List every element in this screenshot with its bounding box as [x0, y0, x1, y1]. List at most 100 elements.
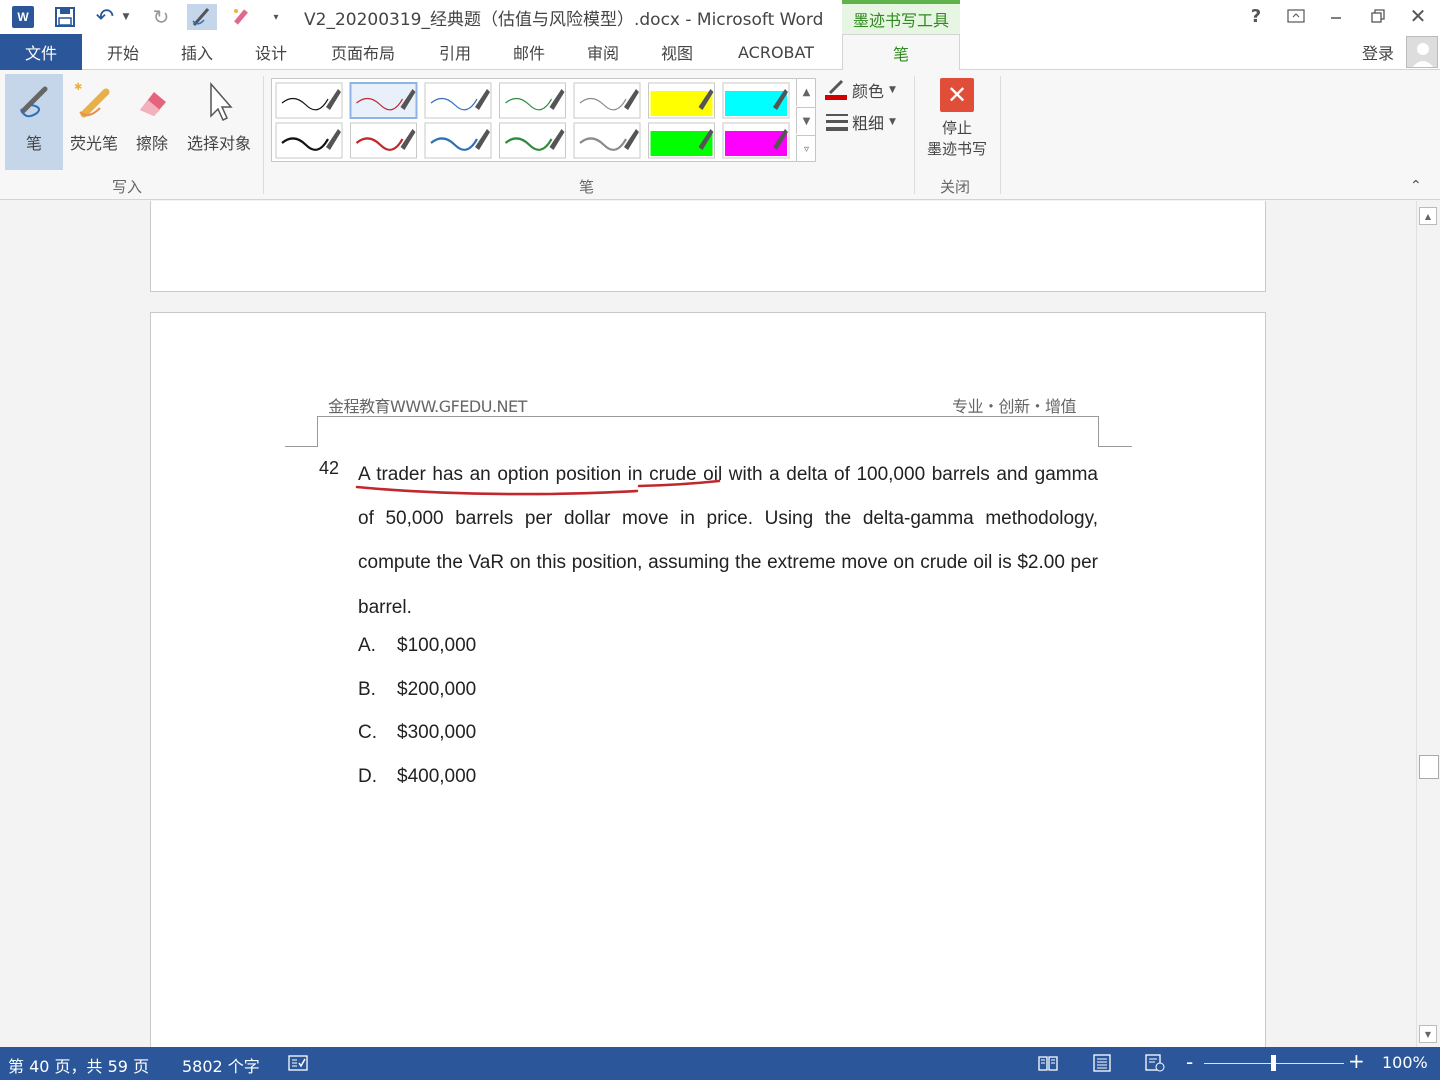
option-a: A. $100,000: [358, 635, 476, 657]
pen-swatch[interactable]: [275, 122, 343, 159]
option-b: B. $200,000: [358, 679, 476, 701]
tab-pen[interactable]: 笔: [842, 34, 960, 71]
tab-references[interactable]: 引用: [426, 34, 484, 70]
select-objects-button[interactable]: 选择对象: [180, 74, 258, 170]
highlighter-swatch[interactable]: [722, 122, 790, 159]
close-button[interactable]: ✕: [1398, 0, 1438, 32]
highlighter-tool-button[interactable]: ✱ 荧光笔: [66, 74, 122, 170]
zoom-slider-thumb[interactable]: [1271, 1055, 1276, 1071]
zoom-out-button[interactable]: -: [1186, 1050, 1193, 1074]
highlighter-swatch[interactable]: [648, 82, 715, 119]
pen-swatch[interactable]: [349, 82, 418, 119]
zoom-level[interactable]: 100%: [1382, 1053, 1428, 1072]
tab-mailings[interactable]: 邮件: [500, 34, 558, 70]
pen-thickness-dropdown[interactable]: 粗细 ▼: [824, 108, 896, 136]
print-layout-icon[interactable]: [1091, 1052, 1113, 1074]
svg-text:✱: ✱: [74, 82, 82, 93]
option-text: $100,000: [397, 635, 477, 656]
collapse-ribbon-icon[interactable]: ⌃: [1410, 178, 1422, 194]
tab-review[interactable]: 审阅: [574, 34, 632, 70]
gallery-more-icon[interactable]: ▿: [796, 135, 816, 162]
word-app-icon[interactable]: W: [10, 4, 36, 30]
scroll-thumb[interactable]: [1419, 755, 1439, 779]
tab-view[interactable]: 视图: [648, 34, 706, 70]
read-mode-icon[interactable]: [1037, 1052, 1059, 1074]
pen-tool-button[interactable]: 笔: [5, 74, 63, 170]
restore-button[interactable]: [1358, 0, 1398, 32]
highlighter-quick-access-icon[interactable]: [229, 4, 255, 30]
gallery-scroll-down-icon[interactable]: ▼: [796, 107, 816, 134]
redo-icon[interactable]: ↻: [148, 4, 174, 30]
pen-swatch[interactable]: [275, 82, 343, 119]
customize-quick-access-icon[interactable]: ▾: [268, 4, 284, 30]
pen-swatch[interactable]: [499, 122, 566, 159]
page-count-status[interactable]: 第 40 页，共 59 页: [8, 1053, 149, 1077]
pen-swatch[interactable]: [424, 122, 492, 159]
header-right-text: 专业・创新・增值: [952, 397, 1077, 416]
pen-icon: [5, 74, 63, 130]
tab-insert[interactable]: 插入: [168, 34, 226, 70]
vertical-scrollbar[interactable]: ▲ ▼: [1416, 201, 1440, 1047]
save-icon[interactable]: [52, 4, 78, 30]
cursor-arrow-icon: [180, 74, 258, 130]
eraser-tool-button[interactable]: 擦除: [130, 74, 174, 170]
pen-color-dropdown[interactable]: 颜色 ▼: [824, 76, 896, 104]
ribbon-display-options-button[interactable]: [1276, 0, 1316, 32]
undo-icon[interactable]: ↶: [92, 4, 118, 30]
stop-inking-button[interactable]: ✕ 停止 墨迹书写: [920, 78, 994, 170]
avatar[interactable]: [1406, 36, 1438, 68]
scroll-down-icon[interactable]: ▼: [1419, 1025, 1437, 1043]
tab-design[interactable]: 设计: [242, 34, 300, 70]
ink-tools-context-label: 墨迹书写工具: [842, 0, 960, 34]
option-letter: A.: [358, 635, 376, 656]
highlighter-tool-label: 荧光笔: [69, 134, 118, 153]
undo-dropdown-icon[interactable]: ▼: [120, 4, 132, 30]
sign-in-link[interactable]: 登录: [1362, 40, 1394, 64]
tab-home[interactable]: 开始: [94, 34, 152, 70]
zoom-in-button[interactable]: +: [1348, 1049, 1365, 1073]
pen-quick-access-icon[interactable]: [187, 4, 217, 30]
option-text: $400,000: [397, 766, 477, 787]
option-d: D. $400,000: [358, 766, 476, 788]
option-letter: C.: [358, 722, 377, 743]
ink-underline-annotation: [355, 479, 721, 496]
status-bar: 第 40 页，共 59 页 5802 个字 - + 100%: [0, 1047, 1440, 1080]
document-title: V2_20200319_经典题（估值与风险模型）.docx - Microsof…: [304, 10, 824, 30]
line-weight-icon: [826, 114, 848, 131]
option-letter: B.: [358, 679, 376, 700]
highlighter-icon: ✱: [66, 74, 122, 130]
write-group-label: 写入: [112, 178, 143, 196]
eraser-icon: [130, 74, 174, 130]
option-text: $200,000: [397, 679, 477, 700]
close-icon: ✕: [940, 78, 974, 112]
tab-file[interactable]: 文件: [0, 34, 82, 70]
crop-mark: [285, 446, 318, 447]
option-text: $300,000: [397, 722, 477, 743]
header-left-text: 金程教育WWW.GFEDU.NET: [328, 397, 527, 416]
highlighter-swatch[interactable]: [722, 82, 790, 119]
scroll-up-icon[interactable]: ▲: [1419, 207, 1437, 225]
highlighter-swatch[interactable]: [648, 122, 715, 159]
pen-swatch[interactable]: [424, 82, 492, 119]
gallery-scroll-up-icon[interactable]: ▲: [796, 79, 816, 106]
proofing-icon[interactable]: [287, 1052, 309, 1074]
pen-swatch[interactable]: [499, 82, 566, 119]
option-letter: D.: [358, 766, 377, 787]
web-layout-icon[interactable]: [1144, 1052, 1166, 1074]
ribbon: 笔 ✱ 荧光笔 擦除 选择对象 写入 ▲ ▼ ▿ 颜色 ▼ 粗细 ▼ 笔 ✕ 停…: [0, 70, 1440, 200]
word-count-status[interactable]: 5802 个字: [182, 1053, 260, 1077]
tab-acrobat[interactable]: ACROBAT: [726, 34, 826, 70]
pen-swatch[interactable]: [350, 122, 417, 159]
previous-page: [150, 201, 1266, 292]
pen-swatch[interactable]: [573, 82, 641, 119]
pen-swatch[interactable]: [573, 122, 641, 159]
help-button[interactable]: ?: [1236, 0, 1276, 32]
current-page: 金程教育WWW.GFEDU.NET 专业・创新・增值 42 A trader h…: [150, 312, 1266, 1047]
minimize-button[interactable]: [1316, 0, 1356, 32]
document-area[interactable]: 金程教育WWW.GFEDU.NET 专业・创新・增值 42 A trader h…: [0, 201, 1416, 1047]
pen-styles-gallery[interactable]: ▲ ▼ ▿: [271, 78, 816, 162]
pen-tool-label: 笔: [25, 134, 42, 153]
ribbon-tabs: 文件 开始 插入 设计 页面布局 引用 邮件 审阅 视图 ACROBAT 笔 登…: [0, 34, 1440, 71]
stop-inking-label-line2: 墨迹书写: [926, 140, 987, 158]
tab-page-layout[interactable]: 页面布局: [320, 34, 406, 70]
